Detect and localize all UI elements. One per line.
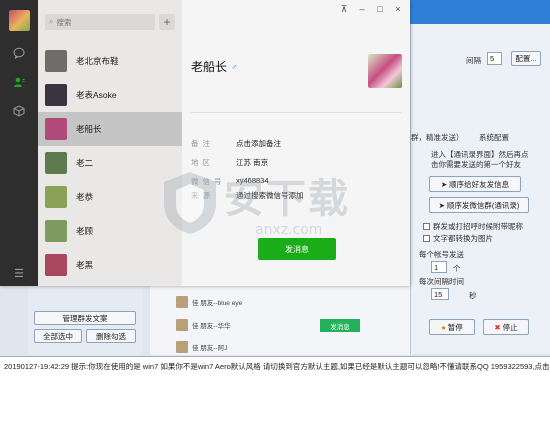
tab-mass-send[interactable]: 群，精准发送） bbox=[411, 132, 464, 143]
add-contact-button[interactable]: + bbox=[159, 14, 175, 30]
interval-time-input[interactable]: 15 bbox=[431, 288, 449, 300]
avatar bbox=[176, 296, 188, 308]
tool-left-panel: 管理群发文案 全部选中 删除勾选 bbox=[28, 285, 143, 355]
avatar bbox=[176, 341, 188, 353]
clear-checked-button[interactable]: 删除勾选 bbox=[86, 329, 136, 343]
avatar bbox=[45, 254, 67, 276]
remark-value[interactable]: 点击添加备注 bbox=[236, 138, 281, 149]
wechat-id-label: 微信号 bbox=[191, 177, 226, 186]
send-message-button[interactable]: 发消息 bbox=[258, 238, 336, 260]
manage-copy-button[interactable]: 管理群发文案 bbox=[34, 311, 136, 325]
profile-name: 老船长 ♂ bbox=[191, 60, 238, 74]
contacts-icon[interactable] bbox=[12, 75, 26, 89]
region-value: 江苏 南京 bbox=[236, 158, 269, 167]
each-account-unit: 个 bbox=[453, 264, 461, 273]
send-icon: ➤ bbox=[440, 179, 448, 189]
pin-icon[interactable]: ⊼ bbox=[338, 4, 350, 15]
each-account-input[interactable]: 1 bbox=[431, 261, 447, 273]
avatar bbox=[45, 152, 67, 174]
avatar bbox=[45, 186, 67, 208]
instruction-line-2: 击你需要发送的第一个好友 bbox=[431, 160, 521, 169]
status-bar: 20190127-19:42:29 提示:你现在使用的是 win7 如果你不是w… bbox=[0, 356, 550, 429]
interval-time-label: 每次间隔时间 bbox=[419, 277, 464, 286]
config-button[interactable]: 配置... bbox=[511, 51, 541, 66]
profile-photo[interactable] bbox=[368, 54, 402, 88]
tab-system-config[interactable]: 系统配置 bbox=[479, 132, 509, 143]
list-item[interactable]: 佳 朋友--华华 bbox=[176, 319, 231, 331]
checkbox-box[interactable] bbox=[423, 223, 430, 230]
send-icon: ➤ bbox=[438, 200, 445, 210]
list-item[interactable]: 老表Asoke bbox=[38, 78, 182, 112]
region-label: 地区 bbox=[191, 158, 214, 167]
send-contacts-button[interactable]: ➤ 顺序发微信群(通讯录) bbox=[429, 197, 529, 213]
checkbox-box[interactable] bbox=[423, 235, 430, 242]
chat-icon[interactable] bbox=[12, 46, 26, 60]
source-value: 通过搜索微信号添加 bbox=[236, 191, 304, 200]
interval-label: 间隔 bbox=[466, 56, 481, 65]
male-icon: ♂ bbox=[231, 61, 238, 72]
contact-name: 老北京布鞋 bbox=[76, 56, 119, 66]
pause-button[interactable]: ● 暂停 bbox=[429, 319, 475, 335]
send-friend-button[interactable]: ➤ 顺序给好友发信息 bbox=[429, 176, 521, 192]
minimize-button[interactable]: – bbox=[356, 4, 368, 14]
avatar bbox=[176, 319, 188, 331]
tool-titlebar bbox=[410, 0, 550, 24]
list-item[interactable]: 老顾 bbox=[38, 214, 182, 248]
wechat-window: ☰ ⌕ + 老北京布鞋 老表Asoke 老船长 老二 老恭 老顾 bbox=[0, 0, 410, 286]
close-button[interactable]: × bbox=[392, 4, 404, 14]
contact-name: 老船长 bbox=[76, 124, 102, 134]
maximize-button[interactable]: □ bbox=[374, 4, 386, 14]
divider bbox=[191, 112, 401, 113]
tool-right-panel: 间隔 5 配置... 群，精准发送） 系统配置 进入【通讯录界面】然后再点 击你… bbox=[410, 24, 550, 354]
search-icon: ⌕ bbox=[49, 17, 54, 26]
list-item[interactable]: 老恭 bbox=[38, 180, 182, 214]
list-item[interactable]: 老船长 bbox=[38, 112, 182, 146]
select-all-button[interactable]: 全部选中 bbox=[34, 329, 82, 343]
contact-name: 老表Asoke bbox=[76, 90, 117, 100]
avatar bbox=[45, 84, 67, 106]
pause-icon: ● bbox=[441, 322, 446, 332]
preview-send-button[interactable]: 发消息 bbox=[320, 319, 360, 332]
contact-list-panel: ⌕ + 老北京布鞋 老表Asoke 老船长 老二 老恭 老顾 bbox=[38, 0, 182, 286]
contact-name: 老黑 bbox=[76, 260, 94, 270]
profile-panel: ⊼ – □ × 老船长 ♂ 备注 点击添加备注 地区 江苏 南京 微信号 xy4… bbox=[182, 0, 410, 286]
contact-name: 老顾 bbox=[76, 226, 94, 236]
list-item[interactable]: 老二 bbox=[38, 146, 182, 180]
interval-input[interactable]: 5 bbox=[487, 52, 502, 65]
mass-name-checkbox[interactable]: 群发或打招呼时候附带昵称 bbox=[423, 221, 523, 232]
wechat-sidebar: ☰ bbox=[0, 0, 38, 286]
search-box[interactable]: ⌕ bbox=[45, 14, 155, 30]
contact-name: 老二 bbox=[76, 158, 94, 168]
list-item[interactable]: 老北京布鞋 bbox=[38, 44, 182, 78]
list-item[interactable]: 老黑 bbox=[38, 248, 182, 282]
text-image-checkbox[interactable]: 文字都转换为图片 bbox=[423, 233, 493, 244]
avatar bbox=[45, 50, 67, 72]
wechat-id-value: xy468834 bbox=[236, 176, 269, 185]
avatar bbox=[45, 220, 67, 242]
menu-icon[interactable]: ☰ bbox=[12, 266, 26, 280]
interval-time-unit: 秒 bbox=[469, 291, 477, 300]
list-item[interactable]: 佳 朋友--阿J bbox=[176, 341, 227, 353]
mini-program-icon[interactable] bbox=[12, 104, 26, 118]
search-input[interactable] bbox=[56, 17, 147, 27]
stop-icon: ✖ bbox=[494, 322, 501, 332]
avatar bbox=[45, 118, 67, 140]
avatar[interactable] bbox=[9, 10, 30, 31]
contact-name: 老恭 bbox=[76, 192, 94, 202]
each-account-label: 每个帐号发送 bbox=[419, 250, 464, 259]
remark-label: 备注 bbox=[191, 139, 214, 148]
source-label: 来源 bbox=[191, 191, 214, 200]
stop-button[interactable]: ✖ 停止 bbox=[483, 319, 529, 335]
list-item[interactable]: 佳 朋友--blue eye bbox=[176, 296, 242, 308]
status-text[interactable]: 20190127-19:42:29 提示:你现在使用的是 win7 如果你不是w… bbox=[4, 361, 549, 372]
